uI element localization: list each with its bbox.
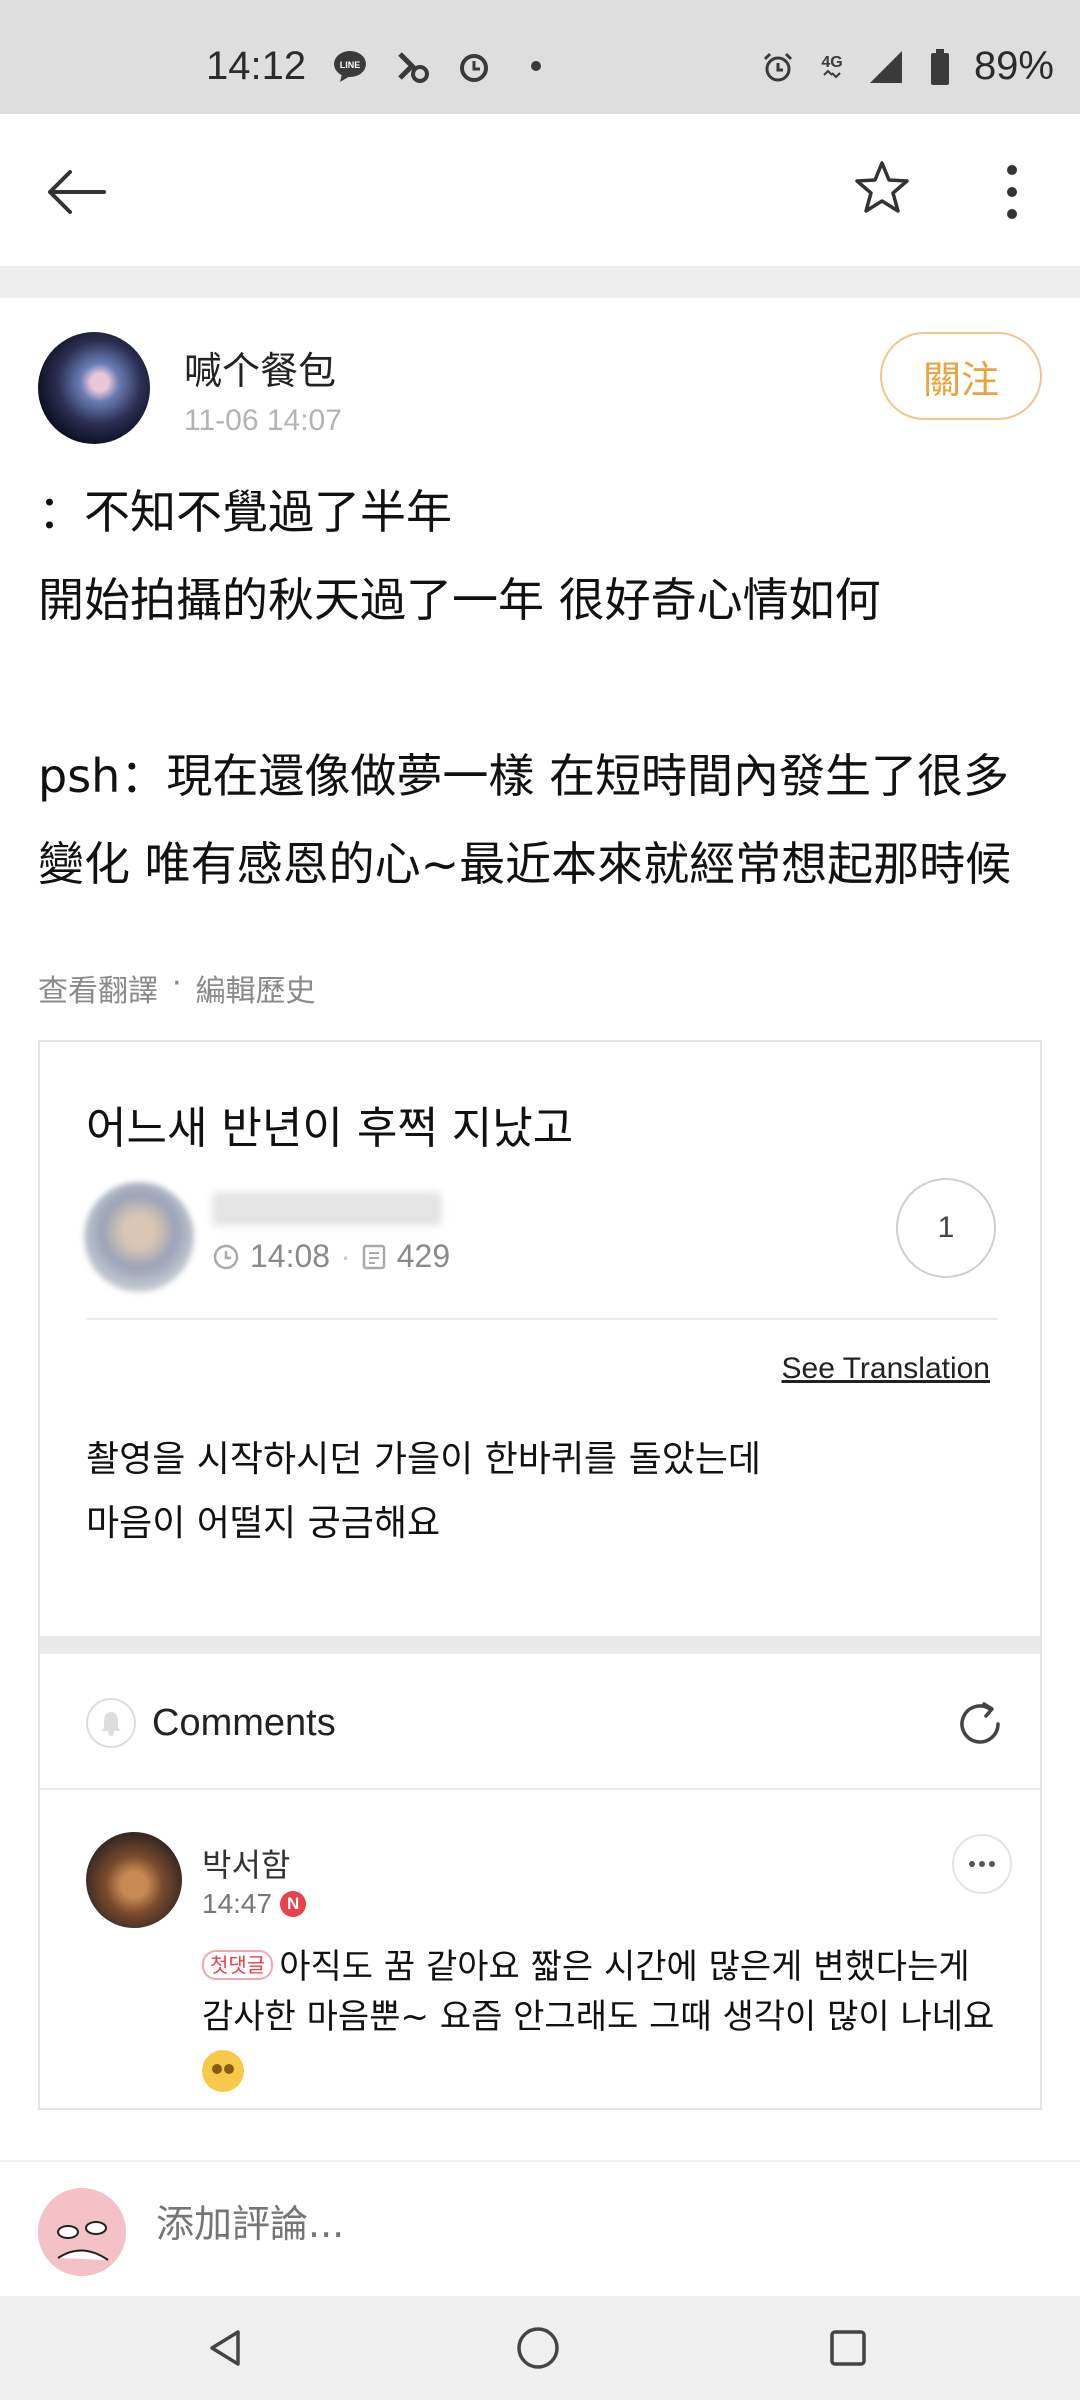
- system-status-icons: 4G 89%: [758, 44, 1054, 89]
- views-icon: [362, 1244, 385, 1269]
- clock-icon: [213, 1244, 239, 1269]
- see-translation-link[interactable]: See Translation: [782, 1352, 990, 1386]
- commenter-name[interactable]: 박서함: [202, 1840, 290, 1886]
- comment-input-bar: [0, 2160, 1080, 2296]
- more-horizontal-icon: [969, 1861, 995, 1867]
- card-body-line-1: 촬영을 시작하시던 가을이 한바퀴를 돌았는데: [86, 1439, 762, 1480]
- post-line-4: psh：現在還像做夢一樣 在短時間內發生了很多變化 唯有感恩的心~最近本來就經常…: [38, 749, 1012, 891]
- post-body: ：不知不覺過了半年 開始拍攝的秋天過了一年 很好奇心情如何 psh：現在還像做夢…: [38, 468, 1048, 908]
- first-comment-badge: 첫댓글: [202, 1950, 274, 1980]
- more-vertical-icon: [1007, 165, 1017, 219]
- nav-back-triangle-icon: [210, 2330, 240, 2366]
- comment-text: 아직도 꿈 같아요 짧은 시간에 많은게 변했다는게 감사한 마음뿐~ 요즘 안…: [202, 1947, 995, 2037]
- post-timestamp: 11-06 14:07: [184, 404, 342, 437]
- app-bar-divider: [0, 266, 1080, 298]
- follow-button[interactable]: 關注: [880, 332, 1042, 420]
- author-avatar[interactable]: [38, 332, 150, 444]
- comment-more-button[interactable]: [952, 1834, 1012, 1894]
- back-arrow-icon: [48, 170, 106, 214]
- embedded-post-card: 어느새 반년이 후쩍 지났고 14:08 · 429 1 See Transla…: [38, 1040, 1042, 2110]
- app-notification-icon: [392, 46, 432, 86]
- comments-header: Comments: [40, 1654, 1040, 1790]
- card-title: 어느새 반년이 후쩍 지났고: [86, 1103, 574, 1154]
- notification-icons: LINE: [330, 46, 556, 86]
- view-translation-link[interactable]: 查看翻譯: [38, 966, 158, 1010]
- comment-input[interactable]: [156, 2202, 1016, 2246]
- comment-body: 첫댓글 아직도 꿈 같아요 짧은 시간에 많은게 변했다는게 감사한 마음뿐~ 요…: [202, 1942, 1002, 2098]
- post-links: 查看翻譯 · 編輯歷史: [38, 966, 316, 1010]
- card-author-avatar: [84, 1182, 194, 1292]
- battery-icon: [920, 47, 960, 87]
- post-line-3: [38, 644, 1048, 732]
- card-body-line-2: 마음이 어떨지 궁금해요: [86, 1503, 441, 1544]
- svg-text:LINE: LINE: [340, 60, 361, 70]
- nav-recents-square-icon: [830, 2330, 866, 2366]
- current-user-avatar: [38, 2188, 126, 2276]
- more-options-button[interactable]: [990, 158, 1034, 226]
- comment-time: 14:47 N: [202, 1888, 307, 1920]
- card-section-separator: [40, 1636, 1040, 1654]
- link-separator: ·: [172, 966, 182, 1001]
- bell-icon[interactable]: [86, 1698, 136, 1748]
- line-app-icon: LINE: [330, 46, 370, 86]
- comments-label: Comments: [152, 1702, 336, 1744]
- nav-home-button[interactable]: [508, 2318, 568, 2378]
- star-icon: [855, 161, 909, 213]
- nav-back-button[interactable]: [196, 2318, 256, 2378]
- app-bar: [0, 114, 1080, 266]
- card-divider: [86, 1318, 998, 1320]
- status-time: 14:12: [206, 44, 307, 88]
- card-comment-count[interactable]: 1: [896, 1178, 996, 1278]
- nav-home-circle-icon: [517, 2327, 559, 2369]
- alarm-app-icon: [454, 46, 494, 86]
- network-label: 4G: [821, 54, 842, 71]
- post-line-2: 開始拍攝的秋天過了一年 很好奇心情如何: [38, 573, 881, 627]
- author-name[interactable]: 喊个餐包: [184, 340, 336, 395]
- alarm-clock-icon: [758, 47, 798, 87]
- nav-recents-button[interactable]: [818, 2318, 878, 2378]
- system-nav-bar: [0, 2296, 1080, 2400]
- post-line-1: ：不知不覺過了半年: [38, 485, 452, 539]
- more-notifications-dot-icon: [516, 46, 556, 86]
- back-button[interactable]: [42, 158, 110, 226]
- comment-timestamp: 14:47: [202, 1888, 273, 1919]
- pleading-face-emoji-icon: [202, 2050, 244, 2092]
- card-meta: 14:08 · 429: [212, 1238, 450, 1275]
- refresh-icon: [960, 1702, 1000, 1744]
- battery-percent: 89%: [973, 44, 1054, 88]
- meta-separator: ·: [340, 1238, 351, 1274]
- favorite-button[interactable]: [852, 158, 912, 218]
- commenter-avatar[interactable]: [86, 1832, 182, 1928]
- new-badge: N: [280, 1891, 307, 1917]
- status-bar: 14:12 LINE 4G 89%: [0, 0, 1080, 114]
- edit-history-link[interactable]: 編輯歷史: [196, 966, 316, 1010]
- card-author-name-blurred: [212, 1192, 442, 1226]
- card-views: 429: [396, 1238, 451, 1274]
- signal-icon: [866, 47, 906, 87]
- card-time: 14:08: [250, 1238, 331, 1274]
- refresh-button[interactable]: [952, 1696, 1008, 1752]
- network-4g-icon: 4G: [812, 47, 852, 87]
- card-body: 촬영을 시작하시던 가을이 한바퀴를 돌았는데 마음이 어떨지 궁금해요: [86, 1428, 986, 1556]
